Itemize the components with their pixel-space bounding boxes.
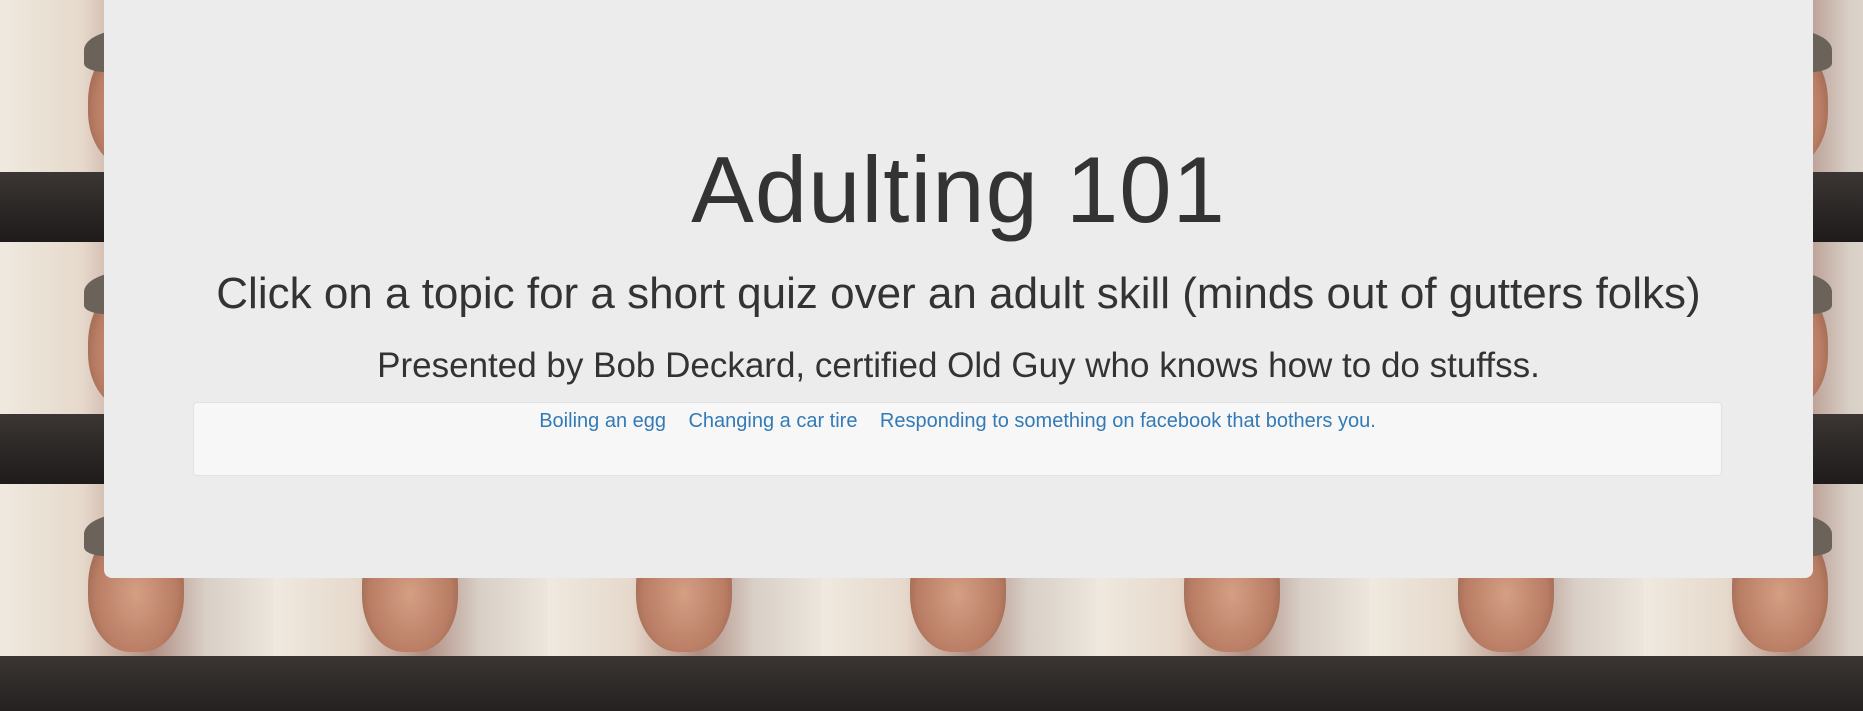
topic-link-changing-tire[interactable]: Changing a car tire [688, 408, 857, 434]
page-subtitle: Click on a topic for a short quiz over a… [216, 269, 1701, 318]
page-title: Adulting 101 [691, 137, 1226, 242]
jumbotron-panel: Adulting 101 Click on a topic for a shor… [104, 0, 1813, 578]
topic-link-facebook-response[interactable]: Responding to something on facebook that… [880, 408, 1376, 434]
presenter-line: Presented by Bob Deckard, certified Old … [377, 346, 1540, 385]
topic-nav: Boiling an egg Changing a car tire Respo… [193, 402, 1722, 476]
topic-link-boiling-egg[interactable]: Boiling an egg [539, 408, 666, 434]
